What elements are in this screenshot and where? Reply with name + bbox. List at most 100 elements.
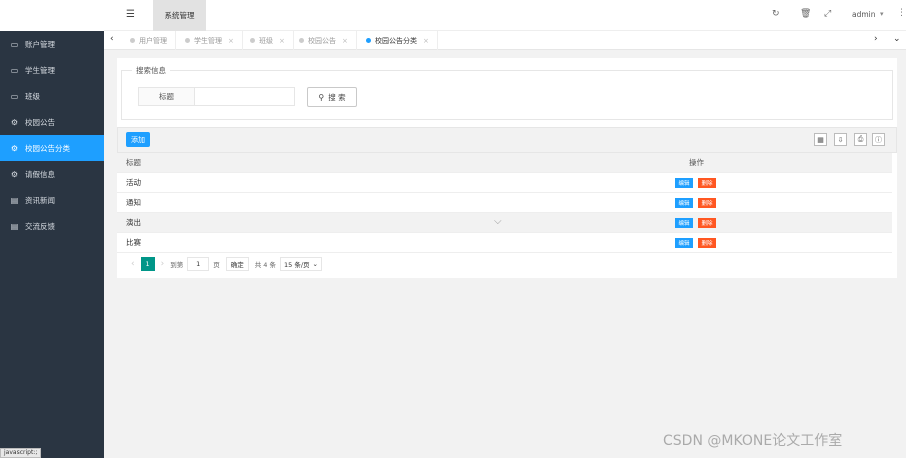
- user-name[interactable]: admin: [852, 10, 876, 19]
- total-count: 共 4 条: [254, 261, 276, 269]
- delete-button[interactable]: 删除: [698, 177, 716, 188]
- top-header: ☰ 系统管理 ↻ 🗑 ⤢ admin ▾ ⋮: [104, 0, 906, 31]
- header-tab-system[interactable]: 系统管理: [153, 0, 206, 31]
- fullscreen-icon[interactable]: ⤢: [824, 9, 831, 19]
- tab-label: 校园公告分类: [375, 36, 417, 45]
- cell-title: 演出: [126, 218, 141, 227]
- more-icon[interactable]: ⋮: [897, 8, 906, 18]
- close-icon[interactable]: ×: [423, 37, 429, 45]
- info-icon[interactable]: ⓘ: [872, 133, 885, 146]
- chevron-right-icon[interactable]: ›: [874, 34, 878, 44]
- tab-students[interactable]: 学生管理 ×: [177, 31, 243, 50]
- add-button[interactable]: 添加: [126, 132, 150, 147]
- file-icon: ▤: [10, 221, 19, 231]
- chevron-left-icon[interactable]: ‹: [110, 34, 114, 44]
- window-icon: ▭: [10, 91, 19, 101]
- sidebar-item-news[interactable]: ▤ 资讯新闻: [0, 187, 104, 213]
- row-actions: 编辑 删除: [675, 177, 716, 188]
- tab-dot: [185, 38, 190, 43]
- pagination: ‹ 1 › 到第 1 页 确定 共 4 条 15 条/页 ⌄: [125, 257, 322, 271]
- delete-button[interactable]: 删除: [698, 197, 716, 208]
- tab-label: 用户管理: [139, 36, 167, 45]
- search-field-label: 标题: [138, 87, 195, 106]
- tab-dot: [250, 38, 255, 43]
- search-button[interactable]: ⚲ 搜 索: [307, 87, 357, 107]
- tab-classes[interactable]: 班级 ×: [242, 31, 294, 50]
- logo-area: [0, 0, 104, 31]
- table-row: 演出 ⌵ 编辑 删除: [117, 213, 892, 233]
- close-icon[interactable]: ×: [342, 37, 348, 45]
- close-icon[interactable]: ×: [279, 37, 285, 45]
- cell-title: 比赛: [126, 238, 141, 247]
- sidebar-item-label: 交流反馈: [25, 221, 55, 231]
- tab-announcements[interactable]: 校园公告 ×: [291, 31, 357, 50]
- sidebar-item-label: 资讯新闻: [25, 195, 55, 205]
- sidebar: ▭ 账户管理 ▭ 学生管理 ▭ 班级 ⚙ 校园公告 ⚙ 校园公告分类 ⚙ 请假信…: [0, 0, 104, 458]
- refresh-icon[interactable]: ↻: [772, 9, 780, 19]
- chevron-down-icon[interactable]: ⌄: [893, 34, 901, 44]
- prev-page-icon[interactable]: ‹: [131, 259, 135, 269]
- edit-button[interactable]: 编辑: [675, 217, 693, 228]
- window-icon: ▭: [10, 65, 19, 75]
- sidebar-nav: ▭ 账户管理 ▭ 学生管理 ▭ 班级 ⚙ 校园公告 ⚙ 校园公告分类 ⚙ 请假信…: [0, 31, 104, 239]
- edit-button[interactable]: 编辑: [675, 197, 693, 208]
- file-icon: ▤: [10, 195, 19, 205]
- tab-bar: ‹ 用户管理 学生管理 × 班级 × 校园公告 × 校园公告分类 × › ⌄: [104, 31, 906, 50]
- gears-icon: ⚙: [10, 117, 19, 127]
- trash-icon[interactable]: 🗑: [800, 9, 811, 19]
- tab-dot: [130, 38, 135, 43]
- edit-button[interactable]: 编辑: [675, 177, 693, 188]
- chevron-down-icon: ⌄: [312, 260, 318, 268]
- tab-announcement-categories[interactable]: 校园公告分类 ×: [358, 31, 438, 50]
- row-actions: 编辑 删除: [675, 197, 716, 208]
- goto-page-input[interactable]: 1: [187, 257, 210, 271]
- sidebar-item-announcements[interactable]: ⚙ 校园公告: [0, 109, 104, 135]
- sidebar-item-classes[interactable]: ▭ 班级: [0, 83, 104, 109]
- page-size-label: 15 条/页: [284, 261, 310, 269]
- search-icon: ⚲: [318, 92, 325, 102]
- sidebar-item-label: 班级: [25, 91, 40, 101]
- search-input[interactable]: [195, 87, 295, 106]
- main-content: 搜索信息 标题 ⚲ 搜 索 添加 ▦ ⇩ ⎙ ⓘ 标题 操作 活动 编辑 删除 …: [117, 58, 897, 278]
- column-header-ops: 操作: [689, 158, 704, 167]
- status-bar-text: javascript:;: [0, 448, 42, 458]
- tab-dot: [299, 38, 304, 43]
- chevron-down-icon[interactable]: ▾: [880, 10, 884, 18]
- menu-toggle-icon[interactable]: ☰: [126, 9, 135, 20]
- delete-button[interactable]: 删除: [698, 217, 716, 228]
- page-unit: 页: [213, 261, 220, 269]
- watermark: CSDN @MKONE论文工作室: [663, 433, 843, 449]
- tab-dot: [366, 38, 371, 43]
- sidebar-item-announcement-categories[interactable]: ⚙ 校园公告分类: [0, 135, 104, 161]
- edit-button[interactable]: 编辑: [675, 237, 693, 248]
- print-icon[interactable]: ⎙: [854, 133, 867, 146]
- sidebar-item-students[interactable]: ▭ 学生管理: [0, 57, 104, 83]
- close-icon[interactable]: ×: [228, 37, 234, 45]
- table-row: 活动 编辑 删除: [117, 173, 892, 193]
- data-table: 标题 操作 活动 编辑 删除 通知 编辑 删除 演出 ⌵ 编辑 删除 比赛 编辑…: [117, 153, 892, 253]
- columns-icon[interactable]: ▦: [814, 133, 827, 146]
- search-legend: 搜索信息: [132, 65, 170, 76]
- tab-users[interactable]: 用户管理: [122, 31, 176, 50]
- tab-label: 校园公告: [308, 36, 336, 45]
- current-page[interactable]: 1: [140, 257, 155, 271]
- table-row: 比赛 编辑 删除: [117, 233, 892, 253]
- tab-label: 班级: [259, 36, 273, 45]
- cell-title: 通知: [126, 198, 141, 207]
- sidebar-item-accounts[interactable]: ▭ 账户管理: [0, 31, 104, 57]
- sidebar-item-label: 校园公告: [25, 117, 55, 127]
- sidebar-item-label: 请假信息: [25, 169, 55, 179]
- tab-label: 学生管理: [194, 36, 222, 45]
- sidebar-item-label: 学生管理: [25, 65, 55, 75]
- sidebar-item-label: 校园公告分类: [25, 143, 70, 153]
- sidebar-item-feedback[interactable]: ▤ 交流反馈: [0, 213, 104, 239]
- export-icon[interactable]: ⇩: [834, 133, 847, 146]
- sidebar-item-leave[interactable]: ⚙ 请假信息: [0, 161, 104, 187]
- next-page-icon[interactable]: ›: [161, 259, 165, 269]
- search-button-label: 搜 索: [328, 92, 346, 102]
- delete-button[interactable]: 删除: [698, 237, 716, 248]
- confirm-button[interactable]: 确定: [225, 257, 249, 271]
- column-header-title: 标题: [126, 158, 141, 167]
- table-row: 通知 编辑 删除: [117, 193, 892, 213]
- page-size-select[interactable]: 15 条/页 ⌄: [280, 257, 322, 271]
